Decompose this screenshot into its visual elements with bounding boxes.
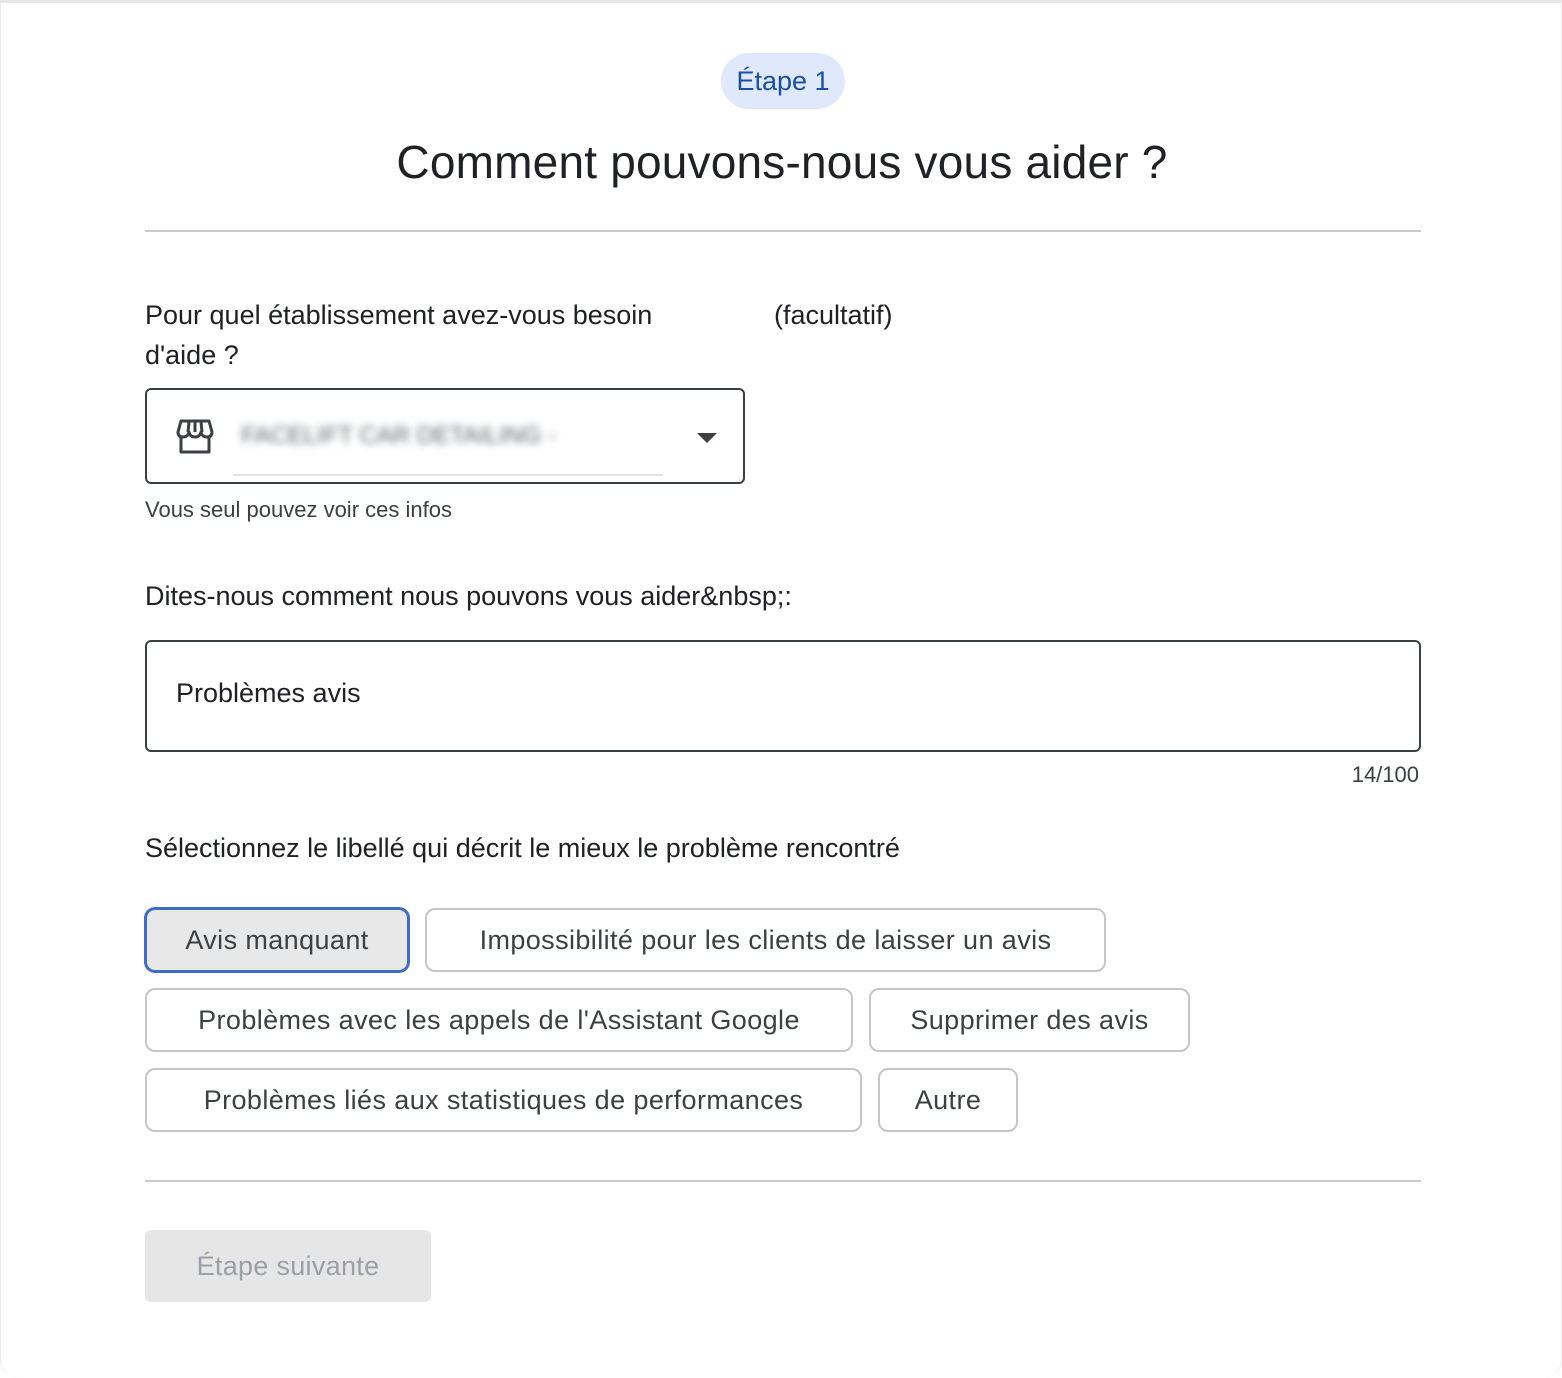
business-select-underline [233, 474, 663, 476]
page-title: Comment pouvons-nous vous aider ? [396, 136, 1168, 188]
chevron-down-icon[interactable] [697, 433, 717, 443]
chip-label: Autre [914, 1084, 982, 1115]
issue-label-prompt: Sélectionnez le libellé qui décrit le mi… [145, 833, 900, 863]
chip-label: Problèmes avec les appels de l'Assistant… [198, 1004, 800, 1035]
optional-label: (facultatif) [774, 300, 893, 330]
chip-supprimer-avis[interactable]: Supprimer des avis [869, 988, 1190, 1052]
describe-input-value: Problèmes avis [176, 678, 361, 708]
next-step-button-label: Étape suivante [196, 1250, 380, 1281]
business-question-label: Pour quel établissement avez-vous besoin… [145, 300, 653, 370]
describe-label: Dites-nous comment nous pouvons vous aid… [145, 581, 792, 611]
business-select[interactable]: FACELIFT CAR DETAILING - C... [145, 388, 745, 484]
chip-impossibilite-laisser-avis[interactable]: Impossibilité pour les clients de laisse… [425, 908, 1106, 972]
chip-label: Problèmes liés aux statistiques de perfo… [203, 1084, 804, 1115]
character-counter: 14/100 [1351, 762, 1419, 787]
top-divider [145, 230, 1421, 232]
chip-autre[interactable]: Autre [878, 1068, 1018, 1132]
chip-statistiques-performances[interactable]: Problèmes liés aux statistiques de perfo… [145, 1068, 862, 1132]
step-badge-label: Étape 1 [736, 65, 830, 96]
chip-avis-manquant[interactable]: Avis manquant [145, 908, 409, 972]
chip-label: Impossibilité pour les clients de laisse… [479, 924, 1052, 955]
step-badge: Étape 1 [721, 53, 845, 109]
help-form-page: Étape 1 Comment pouvons-nous vous aider … [0, 0, 1562, 1378]
chip-assistant-google[interactable]: Problèmes avec les appels de l'Assistant… [145, 988, 853, 1052]
chip-label: Avis manquant [185, 924, 369, 955]
privacy-helper-text: Vous seul pouvez voir ces infos [145, 497, 452, 522]
describe-input[interactable]: Problèmes avis [145, 640, 1421, 752]
next-step-button[interactable]: Étape suivante [145, 1230, 431, 1302]
bottom-divider [145, 1180, 1421, 1182]
chip-label: Supprimer des avis [910, 1004, 1149, 1035]
store-icon [175, 418, 215, 456]
business-select-value: FACELIFT CAR DETAILING - C... [241, 422, 561, 449]
